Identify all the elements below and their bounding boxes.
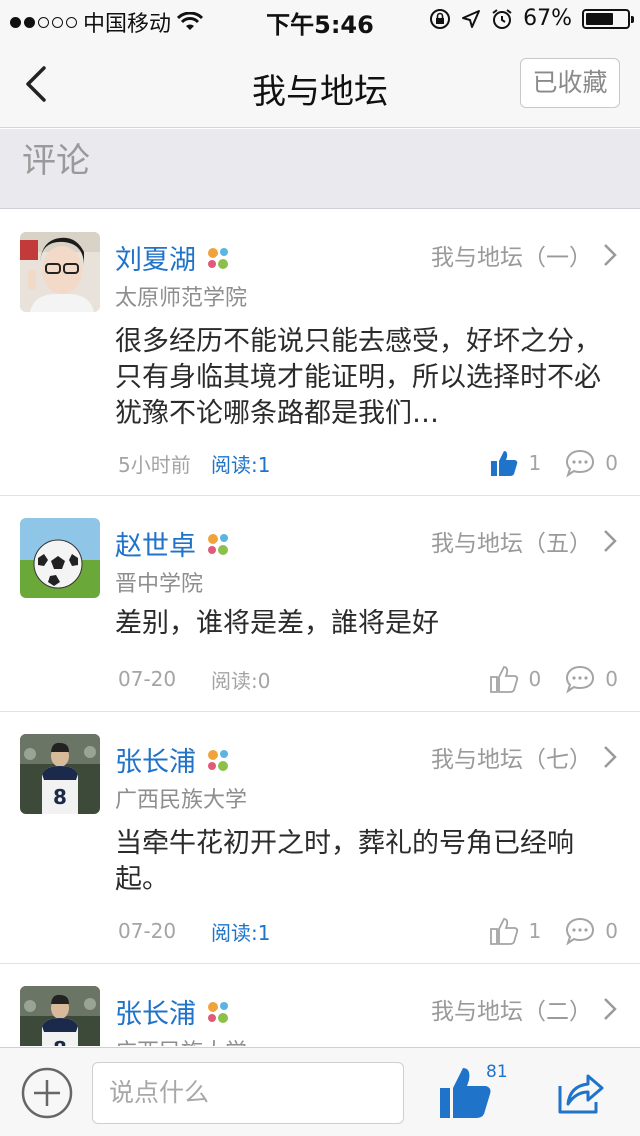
chevron-right-icon	[604, 530, 617, 552]
svg-text:8: 8	[53, 1037, 67, 1046]
svg-text:8: 8	[53, 785, 67, 809]
avatar[interactable]	[20, 232, 100, 312]
chevron-right-icon	[604, 746, 617, 768]
speech-bubble-icon	[566, 665, 595, 694]
comment-list[interactable]: 刘夏湖 我与地坛（一） 太原师范学院 很多经历不能说只能去感受，好坏之分，只有身…	[0, 210, 640, 1046]
forum-link[interactable]: 我与地坛（二）	[431, 992, 618, 1026]
comment-input[interactable]: 说点什么	[92, 1062, 404, 1124]
reply-button[interactable]: 0	[565, 916, 618, 946]
location-icon	[462, 9, 481, 28]
user-name[interactable]: 刘夏湖	[115, 238, 196, 277]
comment-item[interactable]: 赵世卓 我与地坛（五） 晋中学院 差别，谁将是差，誰将是好 07-20 阅读:0	[0, 496, 640, 712]
comment-content[interactable]: 差别，谁将是差，誰将是好	[115, 606, 605, 642]
battery-fill	[586, 12, 613, 25]
comment-item[interactable]: 8 张长浦 我与地坛（七） 广西民族大学 当牵牛花初开之时，葬礼的号角已经响起。…	[0, 712, 640, 964]
flower-badge-icon	[208, 533, 228, 555]
alarm-icon	[492, 8, 512, 29]
favorited-button[interactable]: 已收藏	[520, 58, 620, 108]
flower-badge-icon	[208, 749, 228, 771]
like-button[interactable]: 1	[489, 916, 542, 946]
user-name[interactable]: 赵世卓	[115, 524, 196, 563]
battery-percent: 67%	[523, 6, 572, 31]
like-button[interactable]: 1	[489, 448, 542, 478]
thumbs-up-icon	[489, 666, 518, 693]
comments-section-header: 评论	[0, 129, 640, 209]
avatar[interactable]: 8	[20, 986, 100, 1046]
forum-link[interactable]: 我与地坛（五）	[431, 524, 618, 558]
forum-link[interactable]: 我与地坛（一）	[431, 238, 618, 272]
comment-content[interactable]: 当牵牛花初开之时，葬礼的号角已经响起。	[115, 826, 605, 898]
forum-label: 我与地坛（一）	[431, 245, 592, 271]
status-right: 67%	[429, 6, 634, 31]
school-label: 晋中学院	[115, 572, 204, 597]
user-name[interactable]: 张长浦	[115, 740, 196, 779]
comment-content[interactable]: 很多经历不能说只能去感受，好坏之分，只有身临其境才能证明，所以选择时不必犹豫不论…	[115, 324, 605, 432]
chevron-right-icon	[604, 998, 617, 1020]
reply-button[interactable]: 0	[565, 448, 618, 478]
forum-label: 我与地坛（五）	[431, 531, 592, 557]
like-count: 1	[528, 451, 542, 475]
reply-count: 0	[605, 667, 618, 691]
add-button[interactable]	[20, 1066, 74, 1120]
battery-icon	[582, 8, 634, 29]
avatar[interactable]: 8	[20, 734, 100, 814]
forum-label: 我与地坛（二）	[431, 999, 592, 1025]
bottom-toolbar: 说点什么 81	[0, 1047, 640, 1136]
name-row: 张长浦	[115, 992, 232, 1031]
forum-link[interactable]: 我与地坛（七）	[431, 740, 618, 774]
share-button[interactable]	[556, 1070, 604, 1116]
thumbs-up-icon	[490, 451, 517, 476]
meta-row: 07-20 阅读:0 0 0	[118, 664, 618, 694]
like-count: 1	[528, 919, 542, 943]
comment-item[interactable]: 刘夏湖 我与地坛（一） 太原师范学院 很多经历不能说只能去感受，好坏之分，只有身…	[0, 210, 640, 496]
thumbs-up-icon	[489, 918, 518, 945]
navigation-bar: 我与地坛 已收藏	[0, 40, 640, 128]
rotation-lock-icon	[430, 8, 451, 29]
school-label: 广西民族大学	[115, 788, 248, 813]
like-count: 0	[528, 667, 542, 691]
read-count: 阅读:0	[211, 668, 271, 693]
name-row: 张长浦	[115, 740, 232, 779]
speech-bubble-icon	[566, 917, 595, 946]
name-row: 刘夏湖	[115, 238, 232, 277]
school-label: 广西民族大学	[115, 1034, 247, 1046]
chevron-right-icon	[604, 244, 617, 266]
name-row: 赵世卓	[115, 524, 232, 563]
flower-badge-icon	[208, 247, 228, 269]
speech-bubble-icon	[566, 449, 595, 478]
reply-count: 0	[605, 451, 618, 475]
article-like-count: 81	[486, 1062, 508, 1082]
section-title: 评论	[22, 141, 90, 181]
timestamp: 07-20	[118, 667, 177, 691]
reply-count: 0	[605, 919, 618, 943]
avatar[interactable]	[20, 518, 100, 598]
comment-item[interactable]: 8 张长浦 我与地坛（二） 广西民族大学	[0, 964, 640, 1046]
timestamp: 5小时前	[118, 452, 191, 477]
forum-label: 我与地坛（七）	[431, 747, 592, 773]
school-label: 太原师范学院	[115, 286, 248, 311]
read-count: 阅读:1	[211, 452, 271, 477]
status-bar: 中国移动 下午5:46 67%	[0, 0, 640, 40]
reply-button[interactable]: 0	[565, 664, 618, 694]
like-button[interactable]: 0	[489, 664, 542, 694]
meta-row: 5小时前 阅读:1 1 0	[118, 448, 618, 478]
user-name[interactable]: 张长浦	[115, 992, 196, 1031]
meta-row: 07-20 阅读:1 1 0	[118, 916, 618, 946]
flower-badge-icon	[208, 1001, 228, 1023]
timestamp: 07-20	[118, 919, 177, 943]
read-count: 阅读:1	[211, 920, 271, 945]
